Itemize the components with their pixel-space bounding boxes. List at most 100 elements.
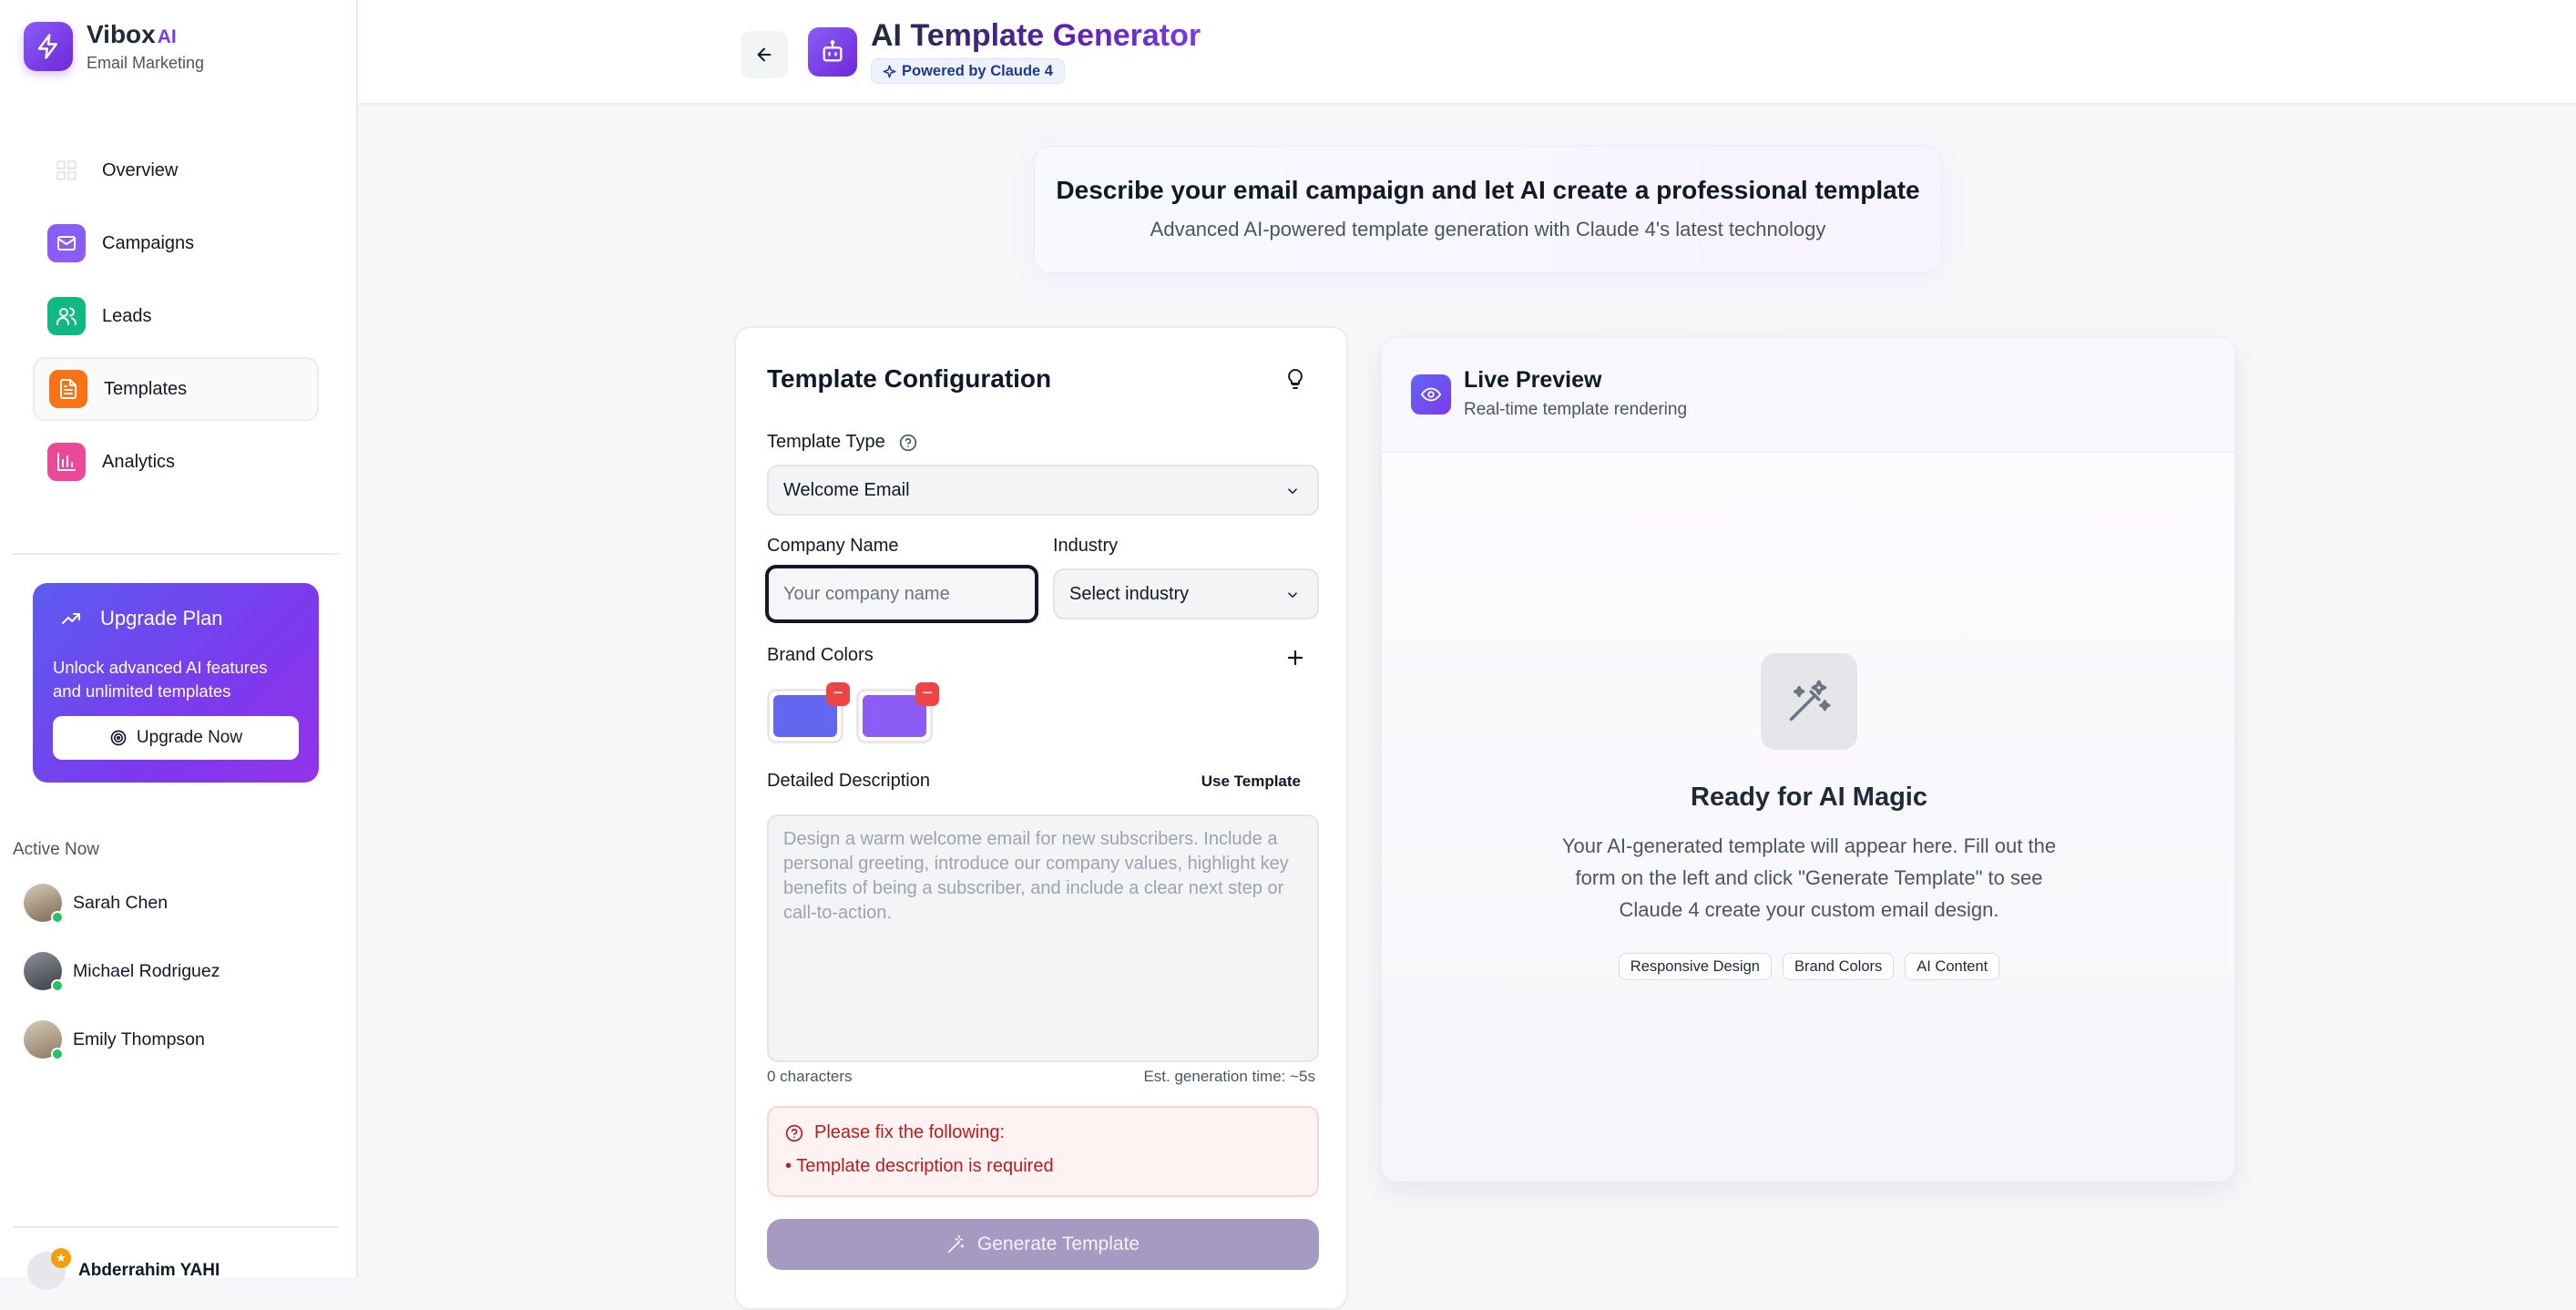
template-type-label-text: Template Type [767, 432, 885, 452]
sidebar: ViboxAI Email Marketing Overview Campaig… [0, 0, 358, 1290]
active-user-emily[interactable]: Emily Thompson [24, 1020, 205, 1060]
generate-template-button[interactable]: Generate Template [767, 1219, 1319, 1270]
chevron-down-icon [1284, 587, 1301, 603]
intro-heading: Describe your email campaign and let AI … [1056, 176, 1920, 204]
empty-state-description: Your AI-generated template will appear h… [1561, 834, 2057, 921]
live-preview-panel: Live Preview Real-time template renderin… [1381, 337, 2235, 1182]
current-user[interactable]: ★ Abderrahim YAHI [27, 1248, 220, 1290]
description-textarea[interactable]: Design a warm welcome email for new subs… [767, 814, 1319, 1062]
avatar: ★ [27, 1248, 71, 1290]
plus-icon [1284, 647, 1306, 669]
active-user-michael[interactable]: Michael Rodriguez [24, 952, 220, 992]
brand-subtitle: Email Marketing [87, 54, 205, 72]
page-title: AI Template Generator [871, 18, 1201, 53]
template-type-select[interactable]: Welcome Email [767, 465, 1319, 516]
avatar [24, 1020, 64, 1060]
active-user-name: Michael Rodriguez [73, 960, 220, 981]
eye-icon [1411, 374, 1451, 414]
preview-header: Live Preview Real-time template renderin… [1382, 338, 2234, 453]
brand-color-swatch[interactable]: − [767, 682, 850, 743]
active-user-name: Sarah Chen [73, 892, 169, 913]
sidebar-item-label: Leads [102, 305, 152, 326]
industry-select[interactable]: Select industry [1053, 568, 1319, 619]
upgrade-description: Unlock advanced AI features and unlimite… [53, 658, 268, 701]
sidebar-divider [13, 553, 339, 555]
brand-color-swatch[interactable]: − [856, 682, 939, 743]
brand-ai: AI [157, 26, 177, 47]
feature-tag: Responsive Design [1618, 953, 1772, 980]
sidebar-divider [13, 1226, 339, 1228]
active-user-sarah[interactable]: Sarah Chen [24, 884, 169, 924]
character-count: 0 characters [767, 1068, 853, 1085]
upgrade-now-button[interactable]: Upgrade Now [53, 716, 299, 760]
error-title: Please fix the following: [814, 1122, 1006, 1142]
active-now-title: Active Now [13, 840, 100, 859]
powered-by-badge: Powered by Claude 4 [871, 58, 1065, 84]
brand-name: Vibox [87, 20, 156, 48]
active-user-name: Emily Thompson [73, 1029, 205, 1049]
lightning-ai-logo-icon [24, 22, 73, 71]
help-circle-icon[interactable] [899, 434, 917, 452]
upgrade-card: Upgrade Plan Unlock advanced AI features… [33, 583, 319, 783]
chevron-down-icon [1284, 483, 1301, 499]
add-color-button[interactable] [1284, 647, 1306, 669]
industry-value: Select industry [1069, 583, 1190, 604]
sidebar-item-label: Analytics [102, 451, 176, 472]
magic-wand-icon [946, 1234, 977, 1254]
sidebar-item-label: Overview [102, 159, 179, 180]
users-icon [47, 297, 86, 335]
mail-icon [47, 224, 86, 262]
online-indicator [51, 979, 64, 992]
description-label: Detailed Description [767, 771, 930, 791]
avatar [24, 884, 64, 924]
page-header: AI Template Generator Powered by Claude … [358, 0, 2576, 105]
feature-tag: Brand Colors [1782, 953, 1895, 980]
sidebar-item-templates[interactable]: Templates [33, 357, 319, 421]
template-type-value: Welcome Email [783, 479, 910, 500]
sparkle-icon [883, 65, 902, 78]
sidebar-item-campaigns[interactable]: Campaigns [33, 211, 319, 275]
intro-banner: Describe your email campaign and let AI … [1034, 146, 1942, 273]
use-template-button[interactable]: Use Template [1201, 773, 1301, 791]
industry-label: Industry [1053, 536, 1119, 556]
arrow-left-icon [754, 45, 774, 65]
brand[interactable]: ViboxAI Email Marketing [24, 20, 204, 73]
description-placeholder: Design a warm welcome email for new subs… [783, 829, 1289, 923]
feature-tag: AI Content [1905, 953, 2000, 980]
remove-color-button[interactable]: − [915, 682, 939, 706]
file-text-icon [49, 370, 87, 408]
sidebar-nav: Overview Campaigns Leads Templates Analy… [33, 138, 319, 503]
template-type-label: Template Type [767, 432, 917, 453]
sidebar-item-leads[interactable]: Leads [33, 284, 319, 348]
target-icon [109, 729, 137, 747]
trending-up-icon [60, 608, 100, 629]
error-item: • Template description is required [785, 1156, 1054, 1176]
wand-sparkles-icon [1761, 653, 1857, 750]
online-indicator [51, 911, 64, 924]
lightbulb-icon[interactable] [1284, 368, 1306, 390]
bar-chart-icon [47, 443, 86, 481]
powered-by-label: Powered by Claude 4 [902, 62, 1053, 79]
upgrade-title: Upgrade Plan [100, 607, 223, 629]
company-name-input[interactable]: Your company name [765, 565, 1038, 623]
sidebar-item-label: Templates [104, 378, 188, 399]
preview-subtitle: Real-time template rendering [1464, 400, 1688, 419]
upgrade-button-label: Upgrade Now [136, 728, 243, 747]
online-indicator [51, 1048, 64, 1060]
feature-tags: Responsive Design Brand Colors AI Conten… [1382, 953, 2234, 980]
remove-color-button[interactable]: − [826, 682, 850, 706]
sidebar-item-analytics[interactable]: Analytics [33, 430, 319, 494]
estimated-time: Est. generation time: ~5s [1143, 1068, 1315, 1085]
grid-icon [47, 151, 86, 189]
crown-icon: ★ [51, 1248, 71, 1268]
sidebar-item-overview[interactable]: Overview [33, 138, 319, 202]
sidebar-item-label: Campaigns [102, 232, 195, 253]
intro-subheading: Advanced AI-powered template generation … [1150, 218, 1826, 241]
company-name-placeholder: Your company name [783, 583, 950, 604]
current-user-name: Abderrahim YAHI [78, 1261, 220, 1280]
bot-icon [808, 27, 857, 77]
generate-button-label: Generate Template [976, 1233, 1140, 1254]
back-button[interactable] [741, 31, 788, 78]
preview-title: Live Preview [1464, 367, 1602, 393]
alert-circle-icon [785, 1124, 814, 1142]
